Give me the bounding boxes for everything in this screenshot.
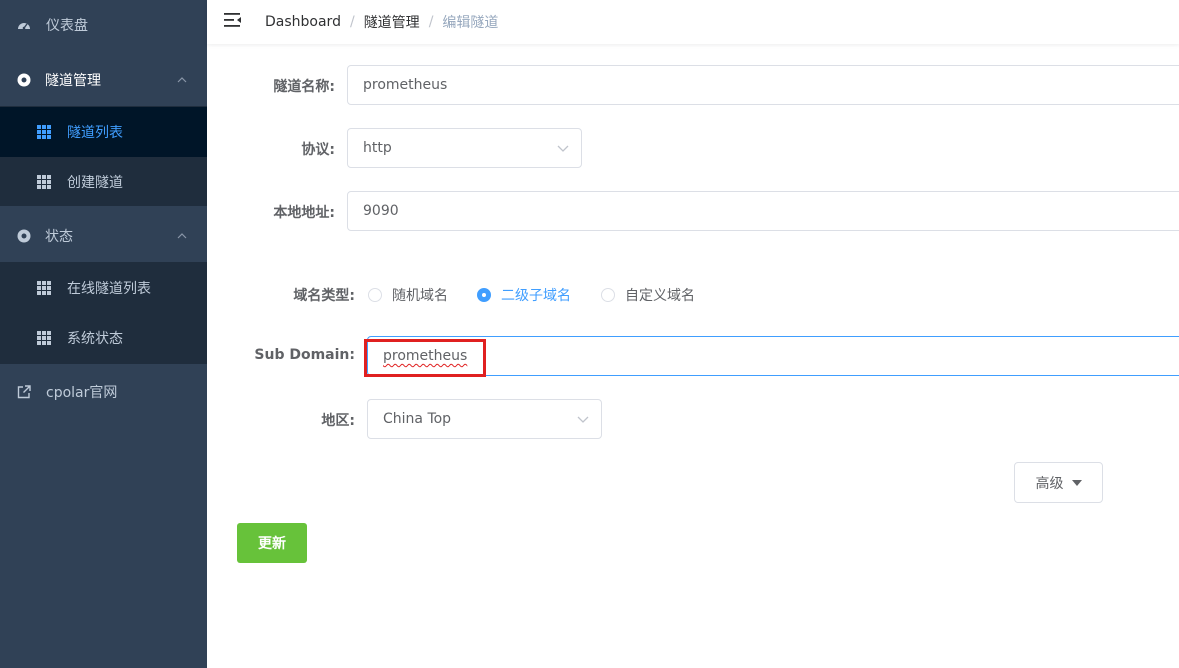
sidebar-item-label: 创建隧道 xyxy=(67,175,123,191)
sidebar-item-label: 隧道列表 xyxy=(67,125,123,141)
radio-label: 自定义域名 xyxy=(625,288,695,304)
sidebar-item-system-status[interactable]: 系统状态 xyxy=(0,313,207,363)
tunnel-name-input[interactable]: prometheus xyxy=(347,65,1179,105)
dashboard-icon xyxy=(18,23,30,30)
subdomain-label: Sub Domain: xyxy=(254,347,355,363)
sidebar-item-label: 隧道管理 xyxy=(45,73,101,89)
advanced-label: 高级 xyxy=(1035,475,1064,492)
sidebar-item-tunnel-list[interactable]: 隧道列表 xyxy=(0,107,207,157)
radio-random-domain[interactable]: 随机域名 xyxy=(368,285,448,305)
sidebar-item-label: cpolar官网 xyxy=(46,385,118,401)
chevron-down-icon xyxy=(577,416,589,423)
breadcrumb-current: 编辑隧道 xyxy=(442,15,499,31)
sidebar-item-website[interactable]: cpolar官网 xyxy=(0,366,207,418)
domain-type-label: 域名类型: xyxy=(293,288,355,304)
external-link-icon xyxy=(17,385,31,399)
local-address-input[interactable]: 9090 xyxy=(347,191,1179,231)
sidebar-item-status[interactable]: 状态 xyxy=(0,210,207,262)
tunnel-name-value: prometheus xyxy=(363,77,448,93)
tunnel-name-label: 隧道名称: xyxy=(273,79,335,95)
advanced-button[interactable]: 高级 xyxy=(1014,462,1103,503)
protocol-select[interactable]: http xyxy=(347,128,582,168)
sidebar-item-label: 仪表盘 xyxy=(46,18,88,34)
sidebar-item-label: 在线隧道列表 xyxy=(67,281,151,297)
protocol-value: http xyxy=(363,140,392,156)
sidebar-item-dashboard[interactable]: 仪表盘 xyxy=(0,0,207,50)
update-label: 更新 xyxy=(258,536,286,552)
table-icon xyxy=(37,281,51,295)
sidebar: 仪表盘 隧道管理 隧道列表 创建隧道 状态 在线隧道列表 系统状态 cpolar… xyxy=(0,0,207,668)
navbar: Dashboard / 隧道管理 / 编辑隧道 xyxy=(207,0,1179,44)
local-address-label: 本地地址: xyxy=(273,205,335,221)
circle-dot-icon xyxy=(17,229,31,243)
chevron-down-icon xyxy=(557,145,569,152)
sidebar-item-label: 系统状态 xyxy=(67,331,123,347)
hamburger-icon[interactable] xyxy=(224,11,242,29)
subdomain-input[interactable]: prometheus xyxy=(367,336,1179,376)
sidebar-item-label: 状态 xyxy=(45,229,73,245)
radio-circle xyxy=(368,288,382,302)
breadcrumb-section[interactable]: 隧道管理 xyxy=(364,12,420,32)
radio-circle xyxy=(477,288,491,302)
sidebar-item-tunnel-manage[interactable]: 隧道管理 xyxy=(0,54,207,106)
table-icon xyxy=(37,125,51,139)
sidebar-item-online-tunnels[interactable]: 在线隧道列表 xyxy=(0,263,207,313)
protocol-label: 协议: xyxy=(301,142,335,158)
local-address-value: 9090 xyxy=(363,203,399,219)
circle-dot-icon xyxy=(17,73,31,87)
breadcrumb: Dashboard / 隧道管理 / 编辑隧道 xyxy=(265,12,498,32)
table-icon xyxy=(37,331,51,345)
update-button[interactable]: 更新 xyxy=(237,523,307,563)
chevron-up-icon xyxy=(177,77,187,83)
sidebar-item-create-tunnel[interactable]: 创建隧道 xyxy=(0,157,207,207)
radio-label: 二级子域名 xyxy=(501,288,571,304)
region-select[interactable]: China Top xyxy=(367,399,602,439)
region-label: 地区: xyxy=(321,413,355,429)
submenu-status: 在线隧道列表 系统状态 xyxy=(0,262,207,364)
chevron-up-icon xyxy=(177,233,187,239)
caret-down-icon xyxy=(1071,479,1082,486)
breadcrumb-separator: / xyxy=(428,14,434,30)
radio-custom-domain[interactable]: 自定义域名 xyxy=(601,285,695,305)
breadcrumb-separator: / xyxy=(349,14,355,30)
region-value: China Top xyxy=(383,411,452,427)
highlight-box xyxy=(364,339,486,377)
table-icon xyxy=(37,175,51,189)
breadcrumb-home[interactable]: Dashboard xyxy=(265,14,341,30)
radio-circle xyxy=(601,288,615,302)
radio-label: 随机域名 xyxy=(392,288,448,304)
submenu-tunnels: 隧道列表 创建隧道 xyxy=(0,106,207,206)
radio-subdomain[interactable]: 二级子域名 xyxy=(477,285,571,305)
